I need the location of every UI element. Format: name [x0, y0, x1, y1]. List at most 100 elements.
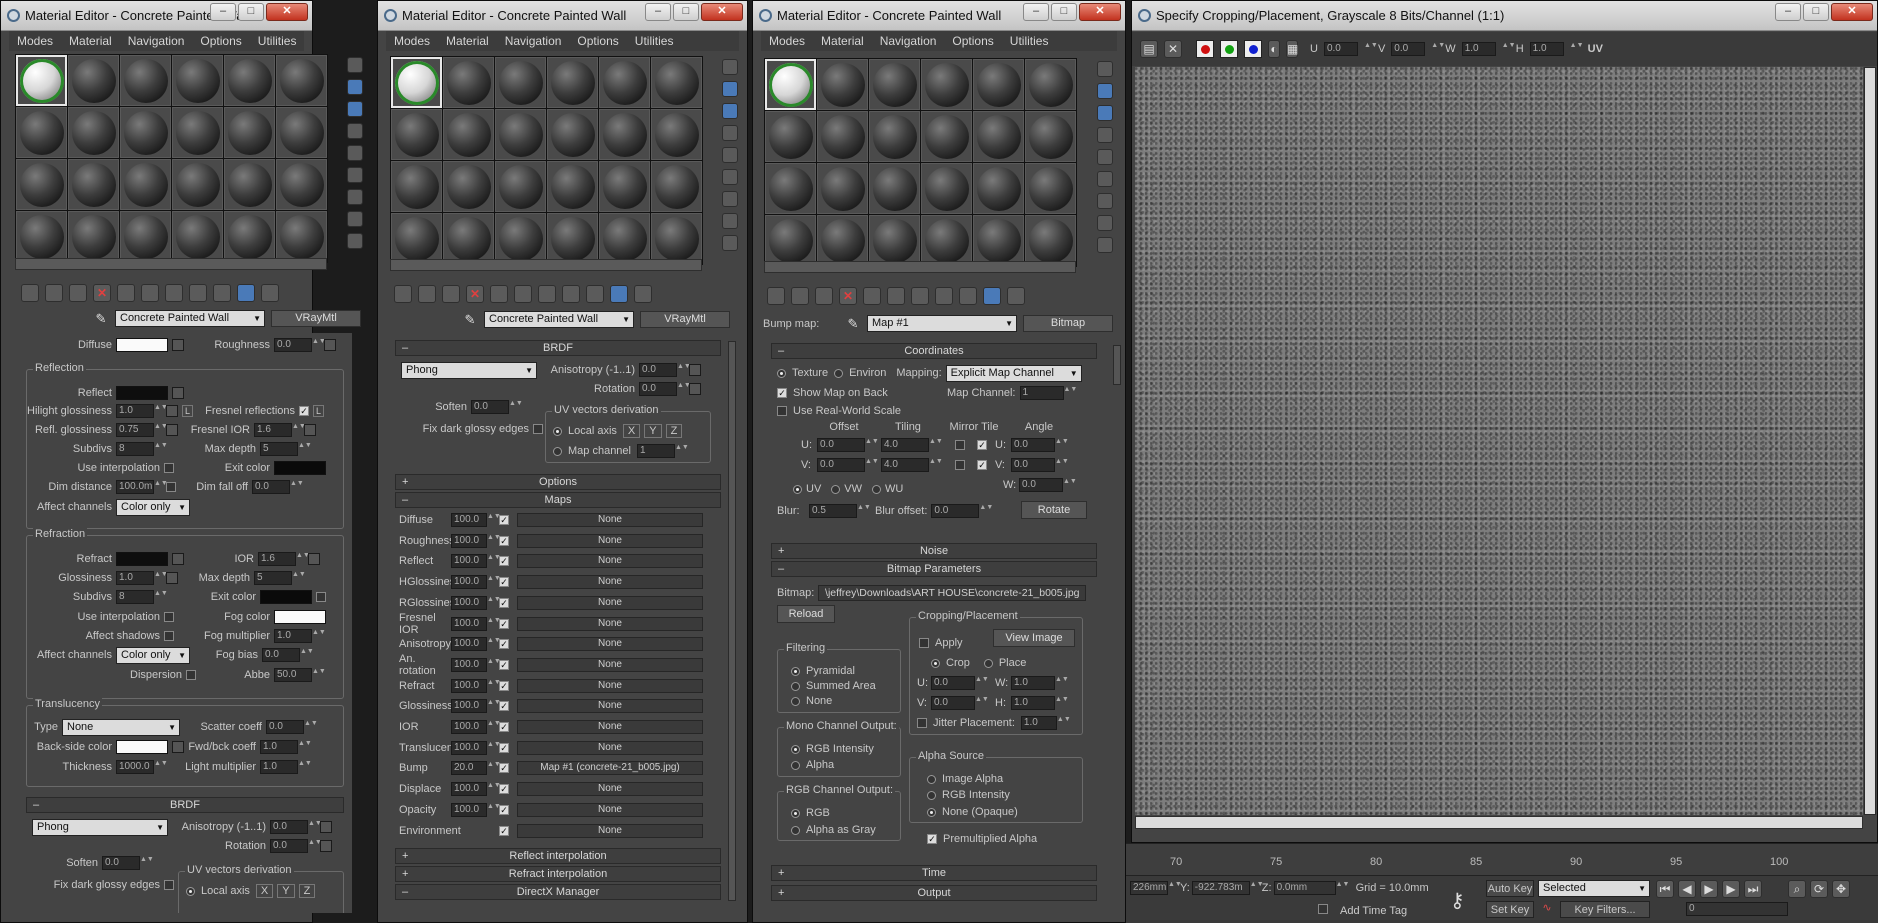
title-bar[interactable]: Material Editor - Concrete Painted Wall …	[378, 1, 747, 31]
sample-slot[interactable]	[651, 57, 702, 108]
pan-icon[interactable]: ✥	[1832, 880, 1850, 898]
crop-v-field[interactable]: 0.0	[931, 696, 975, 710]
sample-slot[interactable]	[921, 59, 972, 110]
output-toggle[interactable]: +	[778, 886, 784, 900]
select-by-material-icon[interactable]	[1097, 215, 1113, 231]
title-bar[interactable]: Material Editor - Concrete Painted Wall …	[1, 1, 312, 31]
dimdist-checkbox[interactable]	[166, 482, 176, 492]
map-amount-spinner[interactable]: ▲▼	[487, 575, 501, 589]
sample-slot[interactable]	[817, 59, 868, 110]
bitmap-params-rollout-header[interactable]: – Bitmap Parameters	[771, 561, 1097, 577]
go-forward-icon[interactable]	[261, 284, 279, 302]
minimize-button[interactable]: –	[1023, 3, 1049, 21]
map-enable-checkbox[interactable]	[499, 825, 509, 836]
red-channel-button[interactable]	[1196, 40, 1214, 58]
map-slot-button[interactable]: None	[517, 699, 703, 714]
timetag-icon[interactable]	[1318, 904, 1328, 914]
sample-slot[interactable]	[495, 57, 546, 108]
brdf-y-button[interactable]: Y	[277, 884, 295, 898]
rotate-button[interactable]: Rotate	[1021, 501, 1087, 519]
directx-rollout-header[interactable]: – DirectX Manager	[395, 884, 721, 900]
sample-slot[interactable]	[765, 215, 816, 266]
sample-slot[interactable]	[547, 161, 598, 212]
video-check-icon[interactable]	[722, 147, 738, 163]
u-tiling-field[interactable]: 4.0	[881, 438, 929, 452]
dimdist-spinner[interactable]: ▲▼	[154, 480, 168, 494]
sample-slot[interactable]	[869, 163, 920, 214]
sample-slot[interactable]	[443, 161, 494, 212]
close-button[interactable]: ✕	[1831, 3, 1873, 21]
fogcolor-swatch[interactable]	[274, 610, 326, 624]
map-amount-spinner[interactable]: ▲▼	[487, 699, 501, 713]
map-amount-field[interactable]: 100.0	[451, 637, 487, 652]
sample-slot[interactable]	[68, 55, 119, 106]
sample-slot[interactable]	[651, 161, 702, 212]
put-to-scene-icon[interactable]	[791, 287, 809, 305]
sample-slot[interactable]	[973, 111, 1024, 162]
mapchannel-field[interactable]: 1	[1019, 386, 1064, 400]
orbit-icon[interactable]: ⟳	[1810, 880, 1828, 898]
menu-navigation[interactable]: Navigation	[497, 34, 570, 48]
map-name-dropdown[interactable]: Map #1	[867, 315, 1017, 332]
texture-radio[interactable]	[777, 368, 786, 378]
key-icon[interactable]: ⚷	[1450, 888, 1465, 913]
get-material-icon[interactable]	[21, 284, 39, 302]
add-time-tag-button[interactable]: Add Time Tag	[1340, 905, 1407, 917]
map-amount-field[interactable]: 100.0	[451, 595, 487, 610]
refract-interp-toggle[interactable]: +	[402, 867, 408, 881]
reset-map-icon[interactable]: ✕	[466, 285, 484, 303]
u-field[interactable]: 0.0	[1323, 42, 1358, 56]
sample-slot[interactable]	[443, 57, 494, 108]
v-offset-spinner[interactable]: ▲▼	[865, 458, 879, 472]
brdf-mapchannel-field[interactable]: 1	[637, 444, 675, 458]
close-button[interactable]: ✕	[266, 3, 308, 21]
material-navigator-icon[interactable]	[347, 233, 363, 249]
sample-slot[interactable]	[765, 163, 816, 214]
fresnel-ior-spinner[interactable]: ▲▼	[292, 423, 306, 437]
u-spinner[interactable]: ▲▼	[1364, 42, 1378, 56]
backlight-icon[interactable]	[347, 79, 363, 95]
backside-map-button[interactable]	[172, 741, 184, 753]
time-toggle[interactable]: +	[778, 866, 784, 880]
crop-u-field[interactable]: 0.0	[931, 676, 975, 690]
sample-slot[interactable]	[599, 161, 650, 212]
w-field[interactable]: 1.0	[1461, 42, 1496, 56]
reset-map-icon[interactable]: ✕	[839, 287, 857, 305]
show-in-viewport-icon[interactable]	[562, 285, 580, 303]
brdf-aniso-spinner[interactable]: ▲▼	[677, 363, 691, 377]
mono-channel-icon[interactable]: ▦	[1286, 40, 1298, 58]
frame-field[interactable]: 0	[1686, 902, 1788, 916]
mapchannel-spinner[interactable]: ▲▼	[1064, 386, 1078, 400]
h-spinner[interactable]: ▲▼	[1570, 42, 1584, 56]
brdf-rotation-map-button[interactable]	[689, 383, 701, 395]
view-image-button[interactable]: View Image	[993, 629, 1075, 647]
background-icon[interactable]	[347, 101, 363, 117]
map-amount-field[interactable]: 100.0	[451, 720, 487, 734]
map-amount-spinner[interactable]: ▲▼	[487, 637, 501, 651]
image-h-scrollbar[interactable]	[1135, 816, 1863, 829]
refract-map-button[interactable]	[172, 553, 184, 565]
sample-slot[interactable]	[547, 57, 598, 108]
brdf-type-dropdown[interactable]: Phong	[401, 361, 537, 379]
alpha-channel-icon[interactable]: ◐	[1268, 40, 1280, 58]
abbe-spinner[interactable]: ▲▼	[312, 668, 326, 682]
sample-slot[interactable]	[276, 107, 327, 158]
map-amount-spinner[interactable]: ▲▼	[487, 658, 501, 672]
map-amount-field[interactable]: 100.0	[451, 554, 487, 569]
blue-channel-button[interactable]	[1244, 40, 1262, 58]
selection-dropdown[interactable]: Selected	[1538, 880, 1650, 897]
eyedropper-icon[interactable]: ✎	[462, 312, 478, 328]
thickness-spinner[interactable]: ▲▼	[154, 760, 168, 774]
slots-h-scrollbar[interactable]	[764, 261, 1076, 273]
sample-type-icon[interactable]	[1097, 61, 1113, 77]
sample-slot[interactable]	[973, 59, 1024, 110]
map-enable-checkbox[interactable]	[499, 556, 509, 567]
crop-h-field[interactable]: 1.0	[1011, 696, 1055, 710]
params-scrollbar[interactable]	[728, 341, 736, 901]
keyfilters-button[interactable]: Key Filters...	[1560, 901, 1650, 918]
brdf-rotation-spinner[interactable]: ▲▼	[308, 839, 322, 853]
sample-slot[interactable]	[120, 55, 171, 106]
map-slot-button[interactable]: None	[517, 616, 703, 631]
bitmap-path-button[interactable]: \jeffrey\Downloads\ART HOUSE\concrete-21…	[818, 585, 1087, 601]
material-navigator-icon[interactable]	[1097, 237, 1113, 253]
